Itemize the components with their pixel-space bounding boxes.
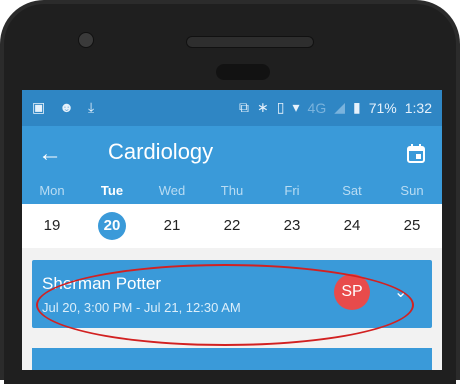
signal-icon: ◢ xyxy=(334,99,345,115)
earpiece-speaker xyxy=(186,36,314,48)
calendar-icon[interactable] xyxy=(402,140,430,168)
date-number-selected: 20 xyxy=(98,212,126,240)
weekday-label: Mon xyxy=(39,183,65,198)
phone-frame: ▣ ☻ ⤓ ⧉ ∗ ▯ ▾ 4G ◢ ▮ 71% 1:32 ← Cardiolo… xyxy=(0,0,460,384)
network-label: 4G xyxy=(307,99,327,116)
weekday-label: Sat xyxy=(342,183,362,198)
notification-icons: ▣ ☻ ⤓ xyxy=(32,99,94,116)
date-cell[interactable]: 21 xyxy=(142,204,202,248)
weekday-label-selected: Tue xyxy=(100,183,124,198)
date-number: 19 xyxy=(43,217,61,234)
date-number: 22 xyxy=(223,217,241,234)
app-toolbar: ← Cardiology xyxy=(22,126,442,182)
front-camera xyxy=(78,32,94,48)
highlight-annotation xyxy=(36,264,414,346)
date-cell[interactable]: 19 xyxy=(22,204,82,248)
date-number: 25 xyxy=(403,217,421,234)
arrow-left-icon[interactable]: ← xyxy=(34,138,66,170)
date-number: 21 xyxy=(163,217,181,234)
vibrate-icon: ▯ xyxy=(276,99,285,115)
cast-icon: ⧉ xyxy=(239,99,250,115)
date-cell-selected[interactable]: 20 xyxy=(82,204,142,248)
date-cell[interactable]: 23 xyxy=(262,204,322,248)
notification-icon: ▣ xyxy=(32,99,46,115)
proximity-sensor xyxy=(216,64,270,80)
clock: 1:32 xyxy=(404,99,432,116)
date-number: 24 xyxy=(343,217,361,234)
date-cell[interactable]: 24 xyxy=(322,204,382,248)
android-icon: ☻ xyxy=(59,99,74,115)
wifi-icon: ▾ xyxy=(292,99,300,115)
appointment-card-partial[interactable] xyxy=(32,348,432,370)
weekday-header: Mon Tue Wed Thu Fri Sat Sun xyxy=(22,182,442,204)
weekday-label: Sun xyxy=(400,183,424,198)
bluetooth-icon: ∗ xyxy=(257,99,269,115)
date-number: 23 xyxy=(283,217,301,234)
system-status: ⧉ ∗ ▯ ▾ 4G ◢ ▮ 71% 1:32 xyxy=(239,99,432,116)
download-icon: ⤓ xyxy=(87,99,95,115)
battery-percent: 71% xyxy=(368,99,397,116)
weekday-label: Wed xyxy=(158,183,186,198)
date-cell[interactable]: 25 xyxy=(382,204,442,248)
date-cell[interactable]: 22 xyxy=(202,204,262,248)
weekday-label: Thu xyxy=(220,183,244,198)
week-date-strip: 19 20 21 22 23 24 25 xyxy=(22,204,442,248)
battery-icon: ▮ xyxy=(353,99,361,115)
status-bar: ▣ ☻ ⤓ ⧉ ∗ ▯ ▾ 4G ◢ ▮ 71% 1:32 xyxy=(22,90,442,126)
page-title: Cardiology xyxy=(108,139,214,164)
weekday-label: Fri xyxy=(284,183,300,198)
